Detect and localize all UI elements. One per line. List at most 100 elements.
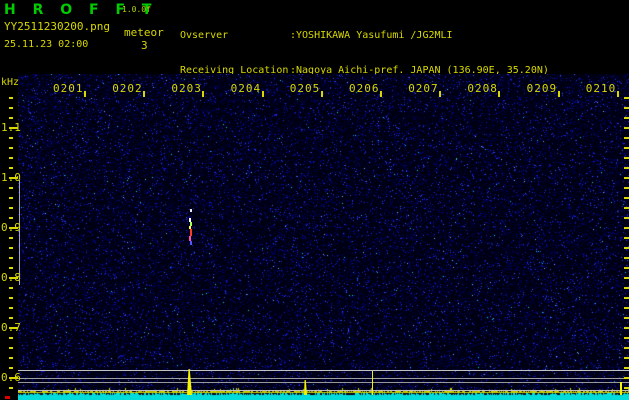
time-label: 0207 xyxy=(408,82,439,95)
hrofft-screen: H R O F F T 1.0.0f YY2511230200.png mete… xyxy=(0,0,629,400)
freq-minor-tick xyxy=(9,297,13,299)
freq-minor-tick xyxy=(9,347,13,349)
freq-minor-tick xyxy=(9,377,13,379)
freq-minor-tick-right xyxy=(624,287,629,289)
time-tick xyxy=(262,91,264,97)
freq-minor-tick-right xyxy=(624,337,629,339)
app-version: 1.0.0f xyxy=(122,5,151,14)
freq-minor-tick xyxy=(9,97,13,99)
freq-minor-tick-right xyxy=(624,377,629,379)
freq-minor-tick xyxy=(9,247,13,249)
echo-pixel xyxy=(190,241,192,245)
time-label: 0201 xyxy=(53,82,84,95)
freq-minor-tick xyxy=(9,327,13,329)
freq-minor-tick xyxy=(9,127,13,129)
time-tick xyxy=(498,91,500,97)
time-label: 0208 xyxy=(467,82,498,95)
freq-minor-tick xyxy=(9,267,13,269)
freq-minor-tick-right xyxy=(624,267,629,269)
observation-datetime: 25.11.23 02:00 xyxy=(4,39,88,50)
freq-minor-tick-right xyxy=(624,237,629,239)
freq-minor-tick xyxy=(9,117,13,119)
signal-spike xyxy=(620,382,622,395)
reference-line xyxy=(18,390,629,391)
freq-minor-tick-right xyxy=(624,357,629,359)
reference-line xyxy=(18,378,629,379)
info-value: :YOSHIKAWA Yasufumi /JG2MLI xyxy=(290,30,453,41)
freq-minor-tick-right xyxy=(624,307,629,309)
freq-minor-tick-right xyxy=(624,167,629,169)
signal-spike xyxy=(372,371,373,395)
freq-minor-tick xyxy=(9,367,13,369)
freq-minor-tick xyxy=(9,237,13,239)
freq-minor-tick xyxy=(9,187,13,189)
freq-minor-tick xyxy=(9,337,13,339)
time-label: 0205 xyxy=(290,82,321,95)
time-label: 0209 xyxy=(527,82,558,95)
freq-minor-tick-right xyxy=(624,207,629,209)
reference-line xyxy=(18,370,629,371)
output-filename: YY2511230200.png xyxy=(4,20,110,33)
freq-minor-tick xyxy=(9,257,13,259)
freq-minor-tick-right xyxy=(624,157,629,159)
time-label: 0204 xyxy=(231,82,262,95)
freq-minor-tick xyxy=(9,197,13,199)
freq-minor-tick xyxy=(9,277,13,279)
freq-minor-tick xyxy=(9,107,13,109)
mode-label: meteor xyxy=(124,26,164,39)
freq-minor-tick xyxy=(9,317,13,319)
freq-minor-tick-right xyxy=(624,107,629,109)
freq-minor-tick-right xyxy=(624,327,629,329)
reference-line xyxy=(18,382,629,383)
freq-minor-tick-right xyxy=(624,137,629,139)
freq-minor-tick-right xyxy=(624,117,629,119)
info-row-observer: Ovserver:YOSHIKAWA Yasufumi /JG2MLI xyxy=(180,30,549,42)
time-label: 0210 xyxy=(586,82,617,95)
time-tick xyxy=(143,91,145,97)
freq-minor-tick xyxy=(9,227,13,229)
freq-minor-tick-right xyxy=(624,317,629,319)
freq-minor-tick-right xyxy=(624,387,629,389)
freq-minor-tick xyxy=(9,287,13,289)
freq-minor-tick-right xyxy=(624,297,629,299)
freq-minor-tick xyxy=(9,167,13,169)
freq-minor-tick-right xyxy=(624,97,629,99)
freq-minor-tick-right xyxy=(624,247,629,249)
freq-minor-tick-right xyxy=(624,177,629,179)
freq-minor-tick-right xyxy=(624,227,629,229)
freq-minor-tick xyxy=(9,137,13,139)
freq-minor-tick xyxy=(9,147,13,149)
freq-minor-tick xyxy=(9,177,13,179)
freq-minor-tick xyxy=(9,357,13,359)
time-label: 0203 xyxy=(171,82,202,95)
time-tick xyxy=(558,91,560,97)
corner-marker xyxy=(5,396,10,399)
freq-minor-tick-right xyxy=(624,147,629,149)
freq-minor-tick-right xyxy=(624,257,629,259)
freq-minor-tick xyxy=(9,307,13,309)
time-tick xyxy=(321,91,323,97)
freq-minor-tick xyxy=(9,157,13,159)
freq-minor-tick-right xyxy=(624,197,629,199)
freq-minor-tick-right xyxy=(624,127,629,129)
echo-pixel xyxy=(190,209,192,212)
meteor-count: 3 xyxy=(141,39,148,52)
spectrogram-noise xyxy=(18,74,629,400)
freq-axis-unit: kHz xyxy=(1,77,19,88)
freq-minor-tick-right xyxy=(624,367,629,369)
freq-minor-tick-right xyxy=(624,347,629,349)
freq-minor-tick xyxy=(9,207,13,209)
freq-minor-tick xyxy=(9,217,13,219)
freq-minor-tick-right xyxy=(624,217,629,219)
freq-minor-tick-right xyxy=(624,277,629,279)
time-label: 0206 xyxy=(349,82,380,95)
time-tick xyxy=(202,91,204,97)
echo-pixel xyxy=(190,229,192,236)
time-label: 0202 xyxy=(112,82,143,95)
time-tick xyxy=(380,91,382,97)
freq-minor-tick xyxy=(9,387,13,389)
info-label: Ovserver xyxy=(180,30,290,42)
freq-minor-tick-right xyxy=(624,187,629,189)
time-tick xyxy=(84,91,86,97)
time-tick xyxy=(439,91,441,97)
